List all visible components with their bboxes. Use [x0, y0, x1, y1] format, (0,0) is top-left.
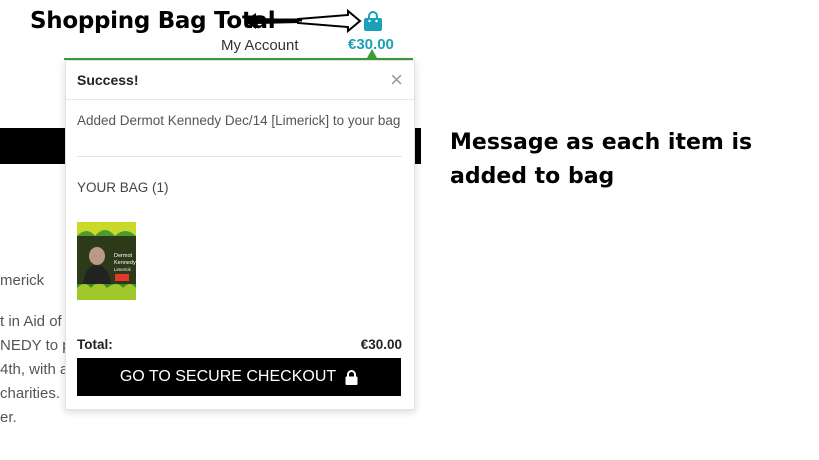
- popup-caret: [367, 49, 377, 58]
- popup-message: Added Dermot Kennedy Dec/14 [Limerick] t…: [77, 113, 401, 128]
- background-text: merick: [0, 272, 45, 289]
- secure-checkout-button[interactable]: GO TO SECURE CHECKOUT: [77, 358, 401, 396]
- background-text: NEDY to p: [0, 337, 71, 354]
- total-label: Total:: [77, 337, 113, 352]
- annotation-message-line: Message as each item is: [450, 130, 753, 155]
- added-to-bag-popup: Success! × Added Dermot Kennedy Dec/14 […: [65, 60, 415, 410]
- poster-text: Dermot: [114, 253, 133, 259]
- poster-text: Kennedy: [114, 260, 136, 266]
- lock-icon: [345, 369, 358, 385]
- background-text: t in Aid of: [0, 313, 62, 330]
- close-icon[interactable]: ×: [390, 67, 403, 93]
- bag-count: YOUR BAG (1): [77, 180, 169, 195]
- shopping-bag-icon[interactable]: [362, 10, 384, 32]
- annotation-bag-total: Shopping Bag Total: [30, 8, 276, 34]
- popup-header: Success! ×: [66, 61, 414, 100]
- poster-image: Dermot Kennedy Limerick: [77, 222, 136, 300]
- background-text: charities.: [0, 385, 61, 402]
- background-text: er.: [0, 409, 17, 426]
- item-thumbnail[interactable]: Dermot Kennedy Limerick: [77, 222, 136, 300]
- annotation-message: Message as each item is added to bag: [450, 126, 780, 194]
- checkout-label: GO TO SECURE CHECKOUT: [119, 368, 337, 385]
- annotation-message-line: added to bag: [450, 164, 615, 189]
- my-account-link[interactable]: My Account: [221, 37, 299, 54]
- background-text: 4th, with a: [0, 361, 69, 378]
- annotation-arrow-icon: [244, 9, 362, 34]
- divider: [77, 156, 402, 157]
- total-value: €30.00: [360, 337, 402, 352]
- popup-title: Success!: [77, 72, 139, 88]
- poster-text: Limerick: [114, 267, 132, 272]
